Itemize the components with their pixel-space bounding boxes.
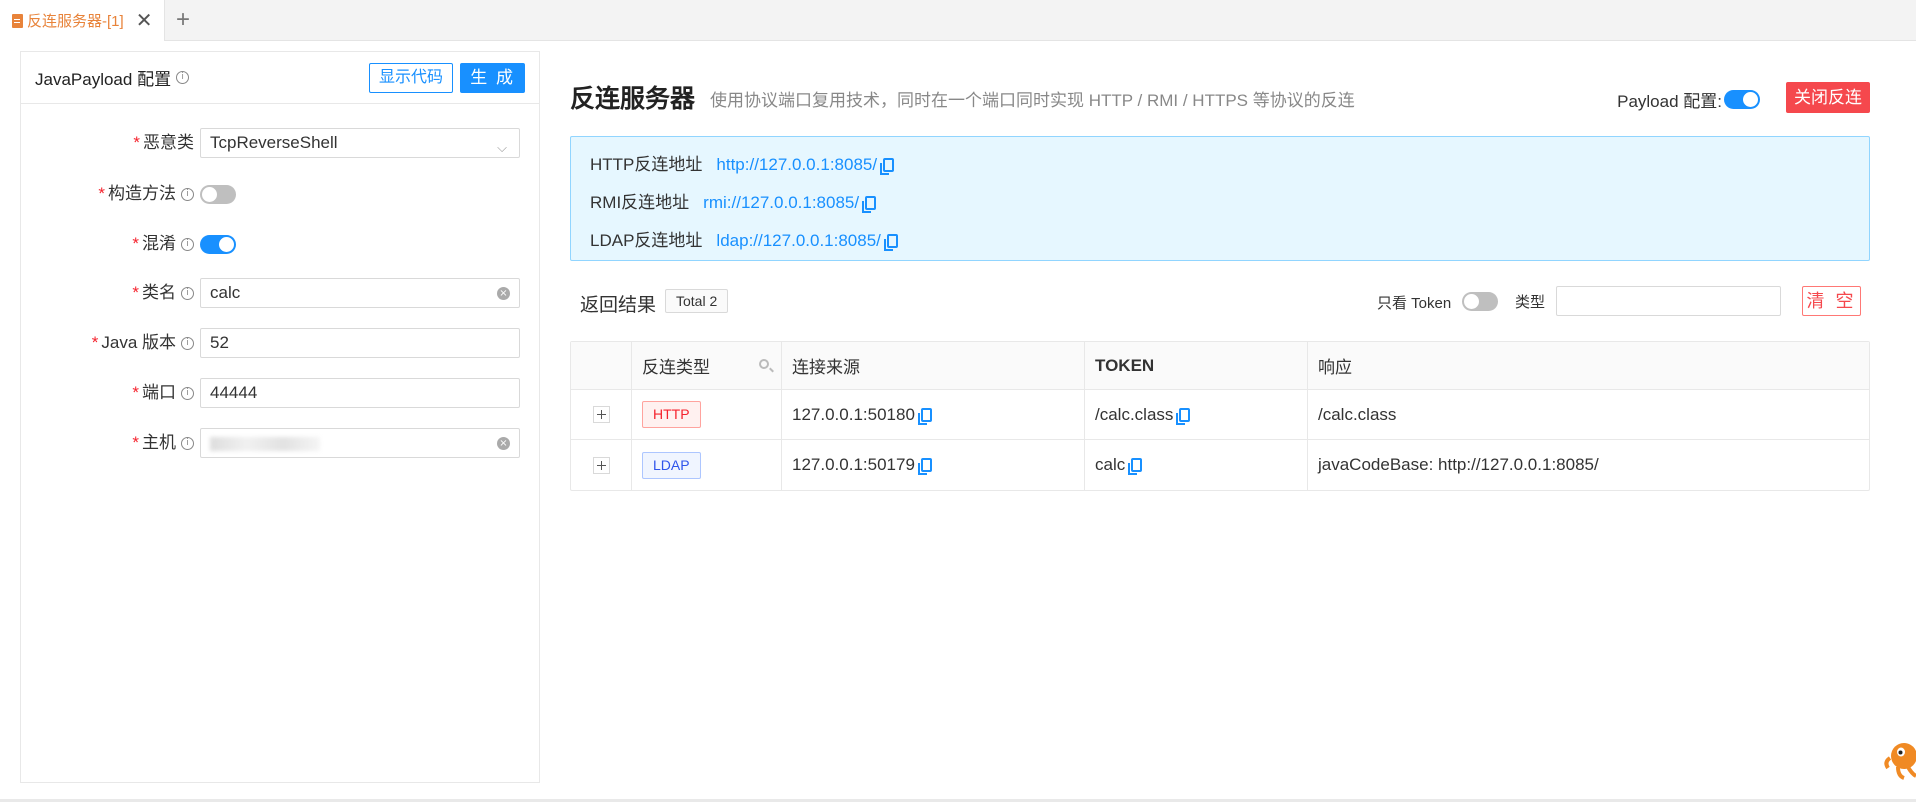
table-row: LDAP 127.0.0.1:50179 calc javaCodeBase: … [571, 440, 1869, 490]
source-cell: 127.0.0.1:50180 [782, 390, 1085, 439]
field-malicious-class: * 恶意类 TcpReverseShell ⌵ [21, 128, 541, 158]
type-tag-ldap: LDAP [642, 451, 701, 479]
reverse-server-panel: 反连服务器 使用协议端口复用技术，同时在一个端口同时实现 HTTP / RMI … [570, 51, 1870, 791]
malicious-class-select[interactable]: TcpReverseShell ⌵ [200, 128, 520, 158]
panel-title: JavaPayload 配置 [35, 70, 172, 89]
panel-header: JavaPayload 配置 i 显示代码 生 成 [21, 52, 539, 104]
type-cell: LDAP [632, 440, 782, 490]
mascot-icon[interactable] [1882, 736, 1916, 780]
info-icon[interactable]: i [176, 71, 190, 84]
expand-cell [571, 390, 632, 439]
field-obfuscate: * 混淆 i [21, 229, 541, 259]
tab-bar: 反连服务器-[1] ✕ + [0, 0, 1916, 41]
address-label: LDAP反连地址 [590, 231, 703, 250]
info-icon[interactable]: i [181, 238, 194, 252]
host-input[interactable]: × [200, 428, 520, 458]
expand-icon[interactable] [592, 406, 610, 423]
address-url[interactable]: http://127.0.0.1:8085/ [716, 155, 877, 174]
address-label: RMI反连地址 [590, 193, 690, 212]
page-title: 反连服务器 [570, 85, 696, 113]
class-name-input[interactable]: calc × [200, 278, 520, 308]
field-label: * 构造方法 i [98, 179, 194, 209]
info-icon[interactable]: i [181, 437, 194, 451]
chevron-down-icon: ⌵ [497, 141, 507, 156]
type-filter-label: 类型 [1515, 294, 1546, 311]
redacted-host-value [210, 436, 320, 451]
address-info-box: HTTP反连地址 http://127.0.0.1:8085/ RMI反连地址 rm… [570, 136, 1870, 261]
document-icon [12, 13, 23, 28]
copy-icon[interactable] [1176, 407, 1191, 425]
expand-cell [571, 440, 632, 490]
copy-icon[interactable] [1128, 458, 1143, 475]
copy-icon[interactable] [862, 196, 877, 213]
payload-config-label: Payload 配置: [1617, 92, 1722, 111]
page-description: 使用协议端口复用技术，同时在一个端口同时实现 HTTP / RMI / HTTP… [710, 91, 1355, 110]
field-label: * 端口 i [132, 378, 194, 408]
column-header-token: TOKEN [1085, 342, 1308, 389]
info-icon[interactable]: i [181, 387, 194, 401]
expand-icon[interactable] [592, 456, 610, 474]
column-header-response: 响应 [1318, 358, 1352, 377]
type-tag-http: HTTP [642, 401, 701, 428]
field-host: * 主机 i × [21, 428, 541, 458]
expand-column-header [571, 342, 632, 389]
field-class-name: * 类名 i calc × [21, 278, 541, 308]
clear-icon[interactable]: × [497, 287, 510, 300]
field-port: * 端口 i 44444 [21, 378, 541, 408]
token-cell: calc [1085, 440, 1308, 490]
response-cell: javaCodeBase: http://127.0.0.1:8085/ [1318, 455, 1599, 474]
java-version-input[interactable]: 52 [200, 328, 520, 358]
generate-button[interactable]: 生 成 [460, 63, 525, 93]
field-label: * 恶意类 [133, 133, 194, 152]
results-title: 返回结果 [580, 295, 657, 316]
address-url[interactable]: ldap://127.0.0.1:8085/ [716, 231, 880, 250]
type-filter-input[interactable] [1556, 286, 1781, 316]
tab-label: 反连服务器-[1] [27, 13, 124, 30]
column-header-type: 反连类型 [632, 342, 782, 389]
copy-icon[interactable] [880, 158, 895, 175]
copy-icon[interactable] [883, 234, 898, 251]
clear-icon[interactable]: × [497, 437, 510, 450]
address-url[interactable]: rmi://127.0.0.1:8085/ [703, 193, 859, 212]
field-label: * 主机 i [132, 428, 194, 458]
source-cell: 127.0.0.1:50179 [782, 440, 1085, 490]
close-icon[interactable]: ✕ [136, 11, 153, 31]
payload-config-panel: JavaPayload 配置 i 显示代码 生 成 * 恶意类 TcpRevers… [20, 51, 540, 783]
obfuscate-toggle[interactable] [200, 235, 236, 254]
results-table: 反连类型 连接来源 TOKEN 响应 HTTP 127.0.0.1:50180 … [570, 341, 1870, 491]
copy-icon[interactable] [917, 458, 932, 475]
construct-method-toggle[interactable] [200, 185, 236, 204]
ldap-address-row: LDAP反连地址 ldap://127.0.0.1:8085/ [590, 226, 898, 251]
info-icon[interactable]: i [181, 188, 194, 202]
field-construct-method: * 构造方法 i [21, 179, 541, 209]
rmi-address-row: RMI反连地址 rmi://127.0.0.1:8085/ [590, 188, 877, 213]
copy-icon[interactable] [917, 407, 932, 425]
type-cell: HTTP [632, 390, 782, 439]
search-icon[interactable] [759, 359, 769, 369]
payload-config-toggle[interactable] [1724, 90, 1760, 109]
token-only-label: 只看 Token [1377, 295, 1452, 312]
column-header-source: 连接来源 [782, 342, 1085, 389]
token-only-toggle[interactable] [1462, 292, 1498, 311]
clear-button[interactable]: 清 空 [1802, 286, 1861, 316]
table-row: HTTP 127.0.0.1:50180 /calc.class /calc.c… [571, 390, 1869, 440]
field-label: * 混淆 i [132, 229, 194, 259]
token-cell: /calc.class [1085, 390, 1308, 439]
close-reverse-button[interactable]: 关闭反连 [1786, 82, 1870, 113]
response-cell: /calc.class [1318, 404, 1397, 424]
field-label: * 类名 i [132, 278, 194, 308]
total-badge: Total 2 [665, 289, 729, 313]
field-label: * Java 版本 i [92, 328, 194, 358]
http-address-row: HTTP反连地址 http://127.0.0.1:8085/ [590, 150, 895, 175]
show-code-button[interactable]: 显示代码 [368, 63, 453, 93]
field-java-version: * Java 版本 i 52 [21, 328, 541, 358]
info-icon[interactable]: i [181, 287, 194, 301]
port-input[interactable]: 44444 [200, 378, 520, 408]
tab-reverse-server[interactable]: 反连服务器-[1] ✕ [0, 0, 165, 41]
add-tab-icon[interactable]: + [176, 6, 190, 34]
address-label: HTTP反连地址 [590, 155, 703, 174]
info-icon[interactable]: i [181, 337, 194, 351]
table-header-row: 反连类型 连接来源 TOKEN 响应 [571, 342, 1869, 390]
